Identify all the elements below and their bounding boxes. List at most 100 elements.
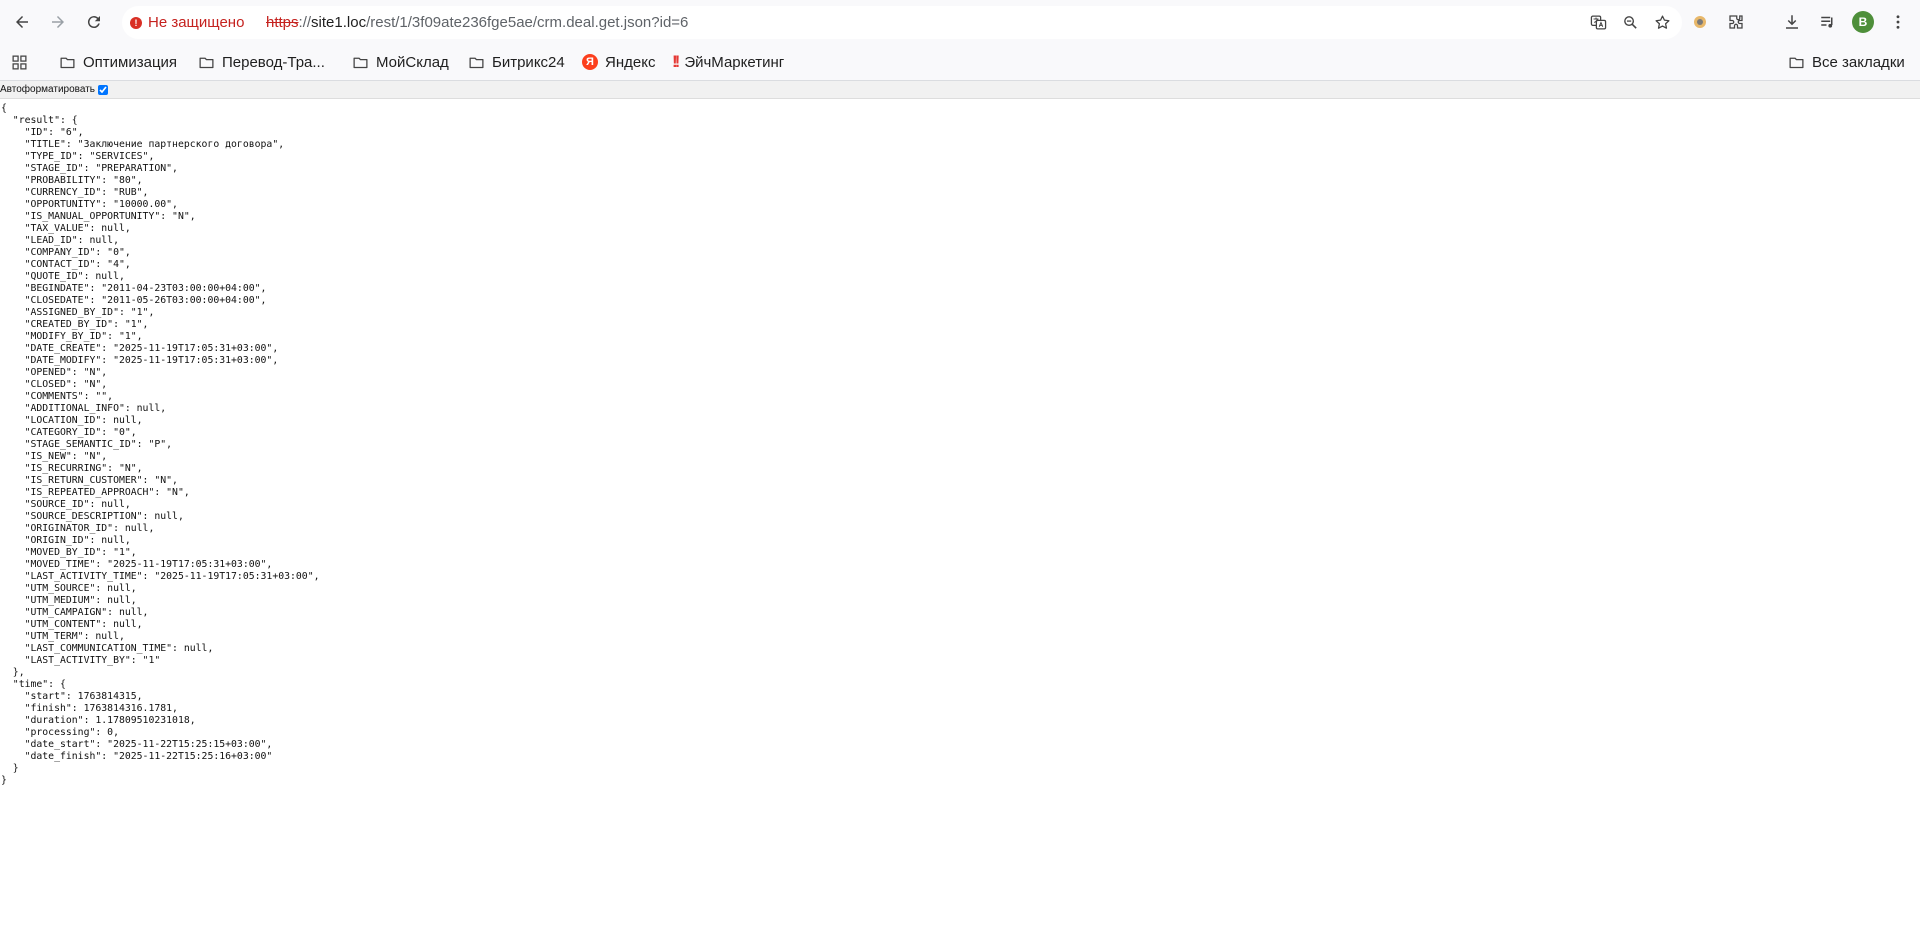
json-line: "QUOTE_ID": null, xyxy=(1,271,125,282)
profile-avatar[interactable]: B xyxy=(1852,11,1874,33)
json-line: "ORIGINATOR_ID": null, xyxy=(1,523,155,534)
autoformat-checkbox[interactable] xyxy=(97,84,108,95)
json-line: "duration": 1.17809510231018, xyxy=(1,715,196,726)
json-line: }, xyxy=(1,667,25,678)
folder-icon xyxy=(353,57,368,68)
json-line: "finish": 1763814316.1781, xyxy=(1,703,178,714)
json-line: "STAGE_ID": "PREPARATION", xyxy=(1,163,178,174)
reload-icon xyxy=(87,16,100,29)
json-line: "LOCATION_ID": null, xyxy=(1,415,143,426)
json-line: "DATE_CREATE": "2025-11-19T17:05:31+03:0… xyxy=(1,343,279,354)
translate-button[interactable] xyxy=(1588,12,1608,32)
json-line: "IS_REPEATED_APPROACH": "N", xyxy=(1,487,190,498)
autoformat-label: Автоформатировать xyxy=(0,84,95,95)
exclamation-icon: !! xyxy=(672,52,681,71)
bookmark-item[interactable]: Я Яндекс xyxy=(582,51,655,73)
json-line: "SOURCE_DESCRIPTION": null, xyxy=(1,511,184,522)
arrow-left-icon xyxy=(16,16,28,28)
browser-toolbar: ! Не защищено https://site1.loc/rest/1/3… xyxy=(0,0,1920,45)
star-icon xyxy=(1654,14,1670,29)
json-line: "UTM_MEDIUM": null, xyxy=(1,595,137,606)
json-line: "result": { xyxy=(1,115,78,126)
media-control-button[interactable] xyxy=(1816,10,1840,34)
json-line: "TAX_VALUE": null, xyxy=(1,223,131,234)
json-line: "CLOSED": "N", xyxy=(1,379,108,390)
autoformat-bar: Автоформатировать xyxy=(0,81,1920,99)
json-line: "MOVED_BY_ID": "1", xyxy=(1,547,137,558)
extension-button[interactable] xyxy=(1688,10,1712,34)
bookmark-label: Яндекс xyxy=(605,53,656,71)
all-bookmarks-button[interactable]: Все закладки xyxy=(1788,51,1905,73)
json-line: "COMPANY_ID": "0", xyxy=(1,247,131,258)
bookmark-item[interactable]: Битрикс24 xyxy=(468,51,565,73)
json-line: "date_finish": "2025-11-22T15:25:16+03:0… xyxy=(1,751,273,762)
bookmarks-bar: Оптимизация Перевод-Тра... МойСклад Битр… xyxy=(0,45,1920,81)
json-line: "IS_NEW": "N", xyxy=(1,451,108,462)
puzzle-icon xyxy=(1729,15,1743,29)
folder-icon xyxy=(1789,57,1804,68)
apps-button[interactable] xyxy=(11,51,28,73)
json-line: "SOURCE_ID": null, xyxy=(1,499,131,510)
json-line: "TYPE_ID": "SERVICES", xyxy=(1,151,155,162)
bookmark-item[interactable]: Перевод-Тра... xyxy=(198,51,325,73)
json-line: "date_start": "2025-11-22T15:25:15+03:00… xyxy=(1,739,273,750)
bookmark-label: МойСклад xyxy=(376,53,449,71)
security-label: Не защищено xyxy=(148,14,245,31)
json-line: "OPPORTUNITY": "10000.00", xyxy=(1,199,178,210)
forward-button[interactable] xyxy=(44,8,72,36)
address-bar[interactable]: ! Не защищено https://site1.loc/rest/1/3… xyxy=(122,6,1682,39)
json-line: "IS_RETURN_CUSTOMER": "N", xyxy=(1,475,178,486)
json-line: "LAST_ACTIVITY_BY": "1" xyxy=(1,655,161,666)
json-line: "STAGE_SEMANTIC_ID": "P", xyxy=(1,439,173,450)
apps-grid-icon xyxy=(12,54,27,70)
json-line: "UTM_CAMPAIGN": null, xyxy=(1,607,149,618)
bookmark-star-button[interactable] xyxy=(1652,12,1672,32)
url-text[interactable]: https://site1.loc/rest/1/3f09ate236fge5a… xyxy=(266,14,688,31)
json-line: "UTM_CONTENT": null, xyxy=(1,619,143,630)
json-line: "CONTACT_ID": "4", xyxy=(1,259,131,270)
json-line: "UTM_SOURCE": null, xyxy=(1,583,137,594)
browser-menu-button[interactable] xyxy=(1886,10,1910,34)
json-line: "OPENED": "N", xyxy=(1,367,108,378)
playlist-icon xyxy=(1821,16,1833,28)
json-line: "IS_RECURRING": "N", xyxy=(1,463,143,474)
json-line: "time": { xyxy=(1,679,66,690)
bookmark-item[interactable]: Оптимизация xyxy=(59,51,177,73)
zoom-icon xyxy=(1623,15,1637,29)
bookmark-label: Перевод-Тра... xyxy=(222,53,325,71)
bookmark-item[interactable]: !! ЭйчМаркетинг xyxy=(672,51,784,73)
extension-badge-icon xyxy=(1694,16,1706,28)
url-host: site1.loc xyxy=(311,14,367,31)
zoom-button[interactable] xyxy=(1620,12,1640,32)
json-line: "MODIFY_BY_ID": "1", xyxy=(1,331,143,342)
json-line: } xyxy=(1,763,19,774)
json-line: "processing": 0, xyxy=(1,727,119,738)
address-bar-actions xyxy=(1588,12,1672,32)
json-line: "start": 1763814315, xyxy=(1,691,143,702)
json-line: "ORIGIN_ID": null, xyxy=(1,535,131,546)
folder-icon xyxy=(469,57,484,68)
back-button[interactable] xyxy=(8,8,36,36)
bookmark-label: ЭйчМаркетинг xyxy=(684,53,785,71)
json-line: "BEGINDATE": "2011-04-23T03:00:00+04:00"… xyxy=(1,283,267,294)
json-line: "CATEGORY_ID": "0", xyxy=(1,427,137,438)
reload-button[interactable] xyxy=(80,8,108,36)
json-line: "TITLE": "Заключение партнерского догово… xyxy=(1,139,285,150)
json-line: "LEAD_ID": null, xyxy=(1,235,119,246)
json-line: "PROBABILITY": "80", xyxy=(1,175,143,186)
folder-icon xyxy=(60,57,75,68)
json-line: "CREATED_BY_ID": "1", xyxy=(1,319,149,330)
security-chip[interactable]: ! Не защищено xyxy=(130,11,244,34)
downloads-button[interactable] xyxy=(1780,10,1804,34)
json-line: "UTM_TERM": null, xyxy=(1,631,125,642)
toolbar-spacer xyxy=(1760,10,1768,34)
json-line: "COMMENTS": "", xyxy=(1,391,114,402)
bookmark-label: Оптимизация xyxy=(83,53,178,71)
json-line: "ID": "6", xyxy=(1,127,84,138)
json-line: "LAST_ACTIVITY_TIME": "2025-11-19T17:05:… xyxy=(1,571,320,582)
arrow-right-icon xyxy=(52,16,64,28)
url-separator: :// xyxy=(298,14,312,31)
all-bookmarks-label: Все закладки xyxy=(1812,53,1905,71)
extensions-menu-button[interactable] xyxy=(1724,10,1748,34)
bookmark-item[interactable]: МойСклад xyxy=(352,51,449,73)
